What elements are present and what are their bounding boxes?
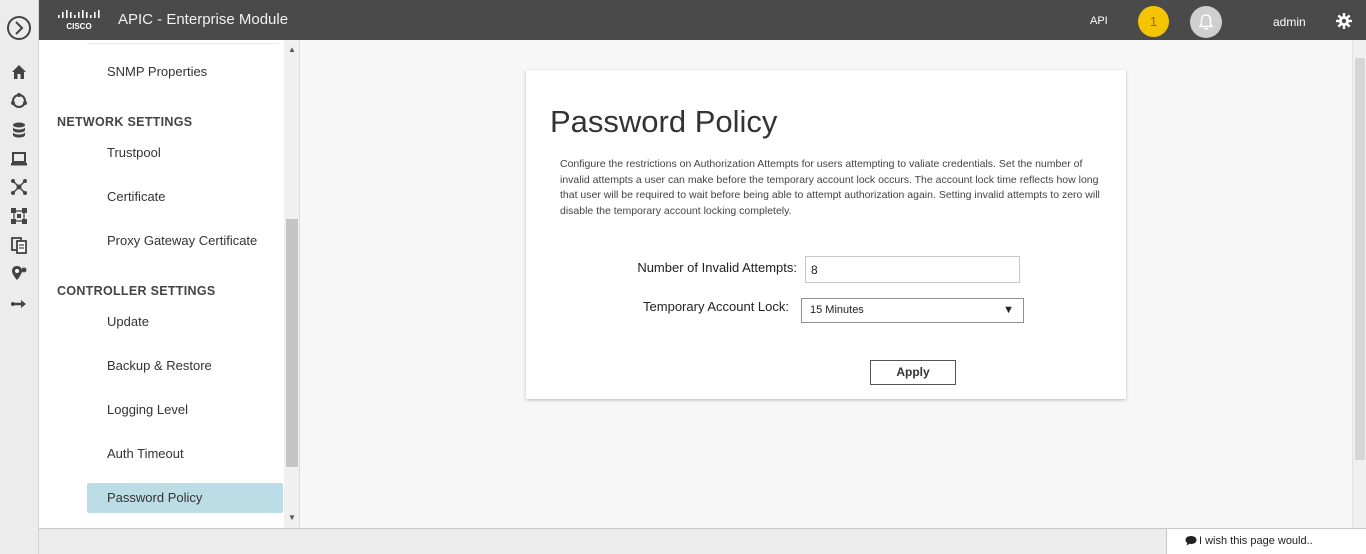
app-title: APIC - Enterprise Module [118, 11, 289, 28]
documents-icon[interactable] [10, 236, 28, 254]
location-icon[interactable] [10, 265, 28, 283]
chat-bubble-icon [1185, 536, 1197, 546]
scroll-up-arrow-icon[interactable]: ▲ [284, 42, 299, 58]
sidebar-item-snmp-properties[interactable]: SNMP Properties [87, 57, 283, 87]
home-icon[interactable] [10, 63, 28, 81]
sidebar-item-backup-restore[interactable]: Backup & Restore [87, 351, 283, 381]
sidebar-item-password-policy[interactable]: Password Policy [87, 483, 283, 513]
notification-badge[interactable]: 1 [1138, 6, 1169, 37]
sidebar-scroll-thumb[interactable] [286, 219, 298, 467]
policy-description: Configure the restrictions on Authorizat… [560, 158, 1100, 217]
sidebar-section-network-settings: NETWORK SETTINGS [57, 115, 193, 129]
invalid-attempts-label: Number of Invalid Attempts: [637, 260, 797, 275]
invalid-attempts-input[interactable] [805, 256, 1020, 283]
bell-icon[interactable] [1190, 6, 1222, 38]
scroll-down-arrow-icon[interactable]: ▼ [284, 510, 299, 526]
cisco-logo: CISCO [58, 10, 100, 31]
user-menu[interactable]: admin [1273, 15, 1306, 29]
dropdown-arrow-icon: ▼ [1003, 304, 1014, 316]
feedback-label: I wish this page would.. [1199, 535, 1313, 547]
apply-button[interactable]: Apply [870, 360, 956, 385]
account-lock-select[interactable]: 15 Minutes ▼ [801, 298, 1024, 323]
api-link[interactable]: API [1090, 15, 1108, 27]
main-scrollbar[interactable] [1352, 40, 1366, 528]
sidebar-item-trustpool[interactable]: Trustpool [87, 138, 283, 168]
svg-text:CISCO: CISCO [66, 22, 91, 31]
device-icon[interactable] [10, 150, 28, 168]
main-scroll-thumb[interactable] [1355, 58, 1365, 460]
sidebar-item-auth-timeout[interactable]: Auth Timeout [87, 439, 283, 469]
sidebar-item-proxy-gateway-certificate[interactable]: Proxy Gateway Certificate [87, 226, 283, 256]
gear-icon[interactable] [1336, 13, 1352, 29]
settings-sidebar: SNMP Properties NETWORK SETTINGS Trustpo… [39, 40, 300, 528]
path-icon[interactable] [10, 295, 28, 313]
discovery-icon[interactable] [10, 92, 28, 110]
expand-icon[interactable] [7, 16, 31, 40]
sidebar-scrollbar[interactable]: ▲ ▼ [284, 40, 299, 528]
top-header: CISCO APIC - Enterprise Module API 1 adm… [39, 0, 1366, 40]
footer-bar: I wish this page would.. [39, 528, 1366, 554]
password-policy-card: Password Policy Configure the restrictio… [526, 70, 1126, 399]
sidebar-divider [87, 40, 279, 44]
main-content: Password Policy Configure the restrictio… [300, 40, 1366, 528]
page-title: Password Policy [550, 104, 778, 139]
topology-icon[interactable] [10, 178, 28, 196]
account-lock-label: Temporary Account Lock: [643, 299, 789, 314]
sidebar-item-update[interactable]: Update [87, 307, 283, 337]
feedback-button[interactable]: I wish this page would.. [1166, 529, 1366, 554]
sidebar-section-controller-settings: CONTROLLER SETTINGS [57, 284, 216, 298]
network-icon[interactable] [10, 207, 28, 225]
sidebar-item-logging-level[interactable]: Logging Level [87, 395, 283, 425]
icon-rail [0, 0, 39, 554]
sidebar-item-certificate[interactable]: Certificate [87, 182, 283, 212]
account-lock-selected-value: 15 Minutes [810, 304, 864, 316]
database-icon[interactable] [10, 121, 28, 139]
